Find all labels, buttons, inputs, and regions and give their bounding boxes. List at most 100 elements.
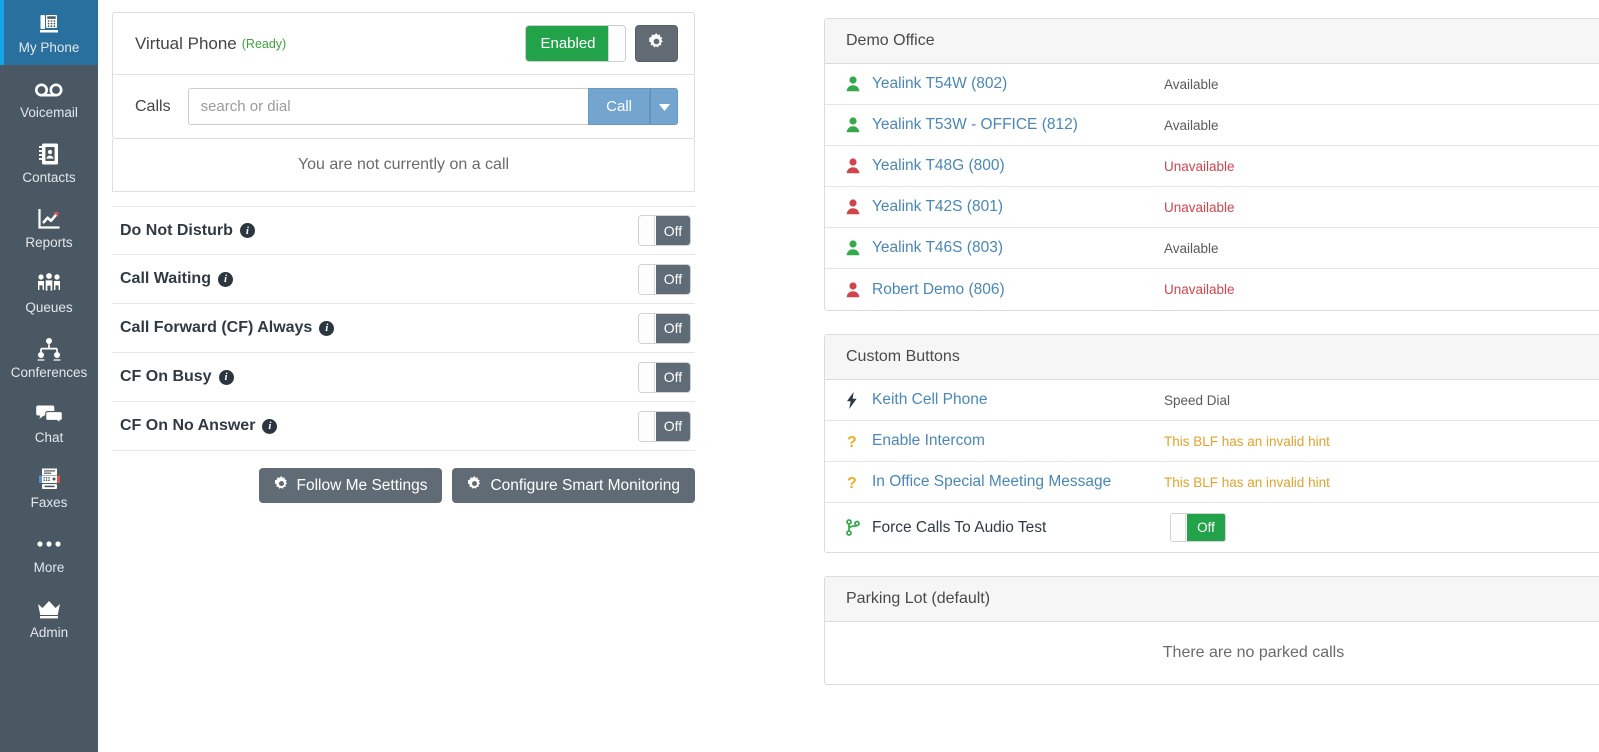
sidebar-item-conferences[interactable]: Conferences	[0, 325, 98, 390]
crown-icon	[36, 596, 62, 622]
gear-icon	[274, 475, 289, 496]
sidebar-label-conferences: Conferences	[10, 364, 88, 380]
cf-on-no-answer-toggle[interactable]: Off	[638, 410, 691, 442]
sidebar-item-contacts[interactable]: Contacts	[0, 130, 98, 195]
configure-smart-monitoring-button[interactable]: Configure Smart Monitoring	[452, 468, 695, 503]
contact-name[interactable]: Yealink T54W (802)	[872, 75, 1164, 93]
comments-icon	[35, 401, 63, 427]
info-icon[interactable]: i	[218, 369, 234, 385]
feature-row-call-waiting: Call Waiting i Off	[112, 255, 695, 304]
custom-button-row[interactable]: Force Calls To Audio Test Off	[825, 503, 1599, 552]
virtual-phone-enabled-toggle[interactable]: Enabled	[525, 25, 626, 62]
custom-button-row[interactable]: Keith Cell Phone Speed Dial	[825, 380, 1599, 421]
sidebar-item-queues[interactable]: Queues	[0, 260, 98, 325]
call-button[interactable]: Call	[588, 88, 650, 125]
contact-row[interactable]: Yealink T54W (802) Available	[825, 64, 1599, 105]
custom-button-row[interactable]: ? In Office Special Meeting Message This…	[825, 462, 1599, 503]
sidebar-item-faxes[interactable]: Faxes	[0, 455, 98, 520]
demo-office-panel: Demo Office Yealink T54W (802) Available…	[824, 18, 1599, 311]
contact-status: Available	[1164, 117, 1219, 133]
virtual-phone-title: Virtual Phone	[135, 33, 237, 53]
custom-buttons-title: Custom Buttons	[825, 335, 1599, 380]
info-icon[interactable]: i	[262, 418, 278, 434]
call-waiting-toggle[interactable]: Off	[638, 263, 691, 295]
info-icon[interactable]: i	[319, 320, 335, 336]
follow-me-settings-label: Follow Me Settings	[296, 476, 428, 494]
toggle-state-label: Off	[656, 264, 690, 294]
cf-on-busy-toggle[interactable]: Off	[638, 361, 691, 393]
custom-button-name[interactable]: In Office Special Meeting Message	[872, 473, 1164, 491]
sidebar-label-my-phone: My Phone	[18, 39, 80, 55]
feature-label: Call Waiting	[120, 270, 211, 287]
contact-row[interactable]: Yealink T42S (801) Unavailable	[825, 187, 1599, 228]
contact-row[interactable]: Robert Demo (806) Unavailable	[825, 269, 1599, 310]
calls-dial-row: Calls Call	[113, 75, 694, 138]
contact-status: Unavailable	[1164, 199, 1235, 215]
follow-me-settings-button[interactable]: Follow Me Settings	[258, 468, 443, 503]
question-mark-icon: ?	[846, 433, 872, 450]
contact-status: Available	[1164, 240, 1219, 256]
sidebar-item-more[interactable]: More	[0, 520, 98, 585]
custom-button-name[interactable]: Keith Cell Phone	[872, 391, 1164, 409]
content-area: Virtual Phone (Ready) Enabled Calls sear…	[98, 0, 1599, 752]
voicemail-icon	[34, 76, 64, 102]
sidebar-label-voicemail: Voicemail	[20, 104, 78, 120]
dial-group: Call	[187, 88, 678, 125]
call-forward-always-toggle[interactable]: Off	[638, 312, 691, 344]
users-group-icon	[35, 271, 63, 297]
contact-name[interactable]: Yealink T53W - OFFICE (812)	[872, 116, 1164, 134]
feature-label: CF On No Answer	[120, 417, 256, 434]
contact-row[interactable]: Yealink T46S (803) Available	[825, 228, 1599, 269]
contact-name[interactable]: Robert Demo (806)	[872, 281, 1164, 299]
sidebar-item-admin[interactable]: Admin	[0, 585, 98, 650]
feature-toggle-list: Do Not Disturb i Off Call Waiting i Off	[112, 206, 695, 451]
info-icon[interactable]: i	[239, 223, 255, 238]
virtual-phone-settings-button[interactable]	[635, 25, 678, 62]
contact-status: Unavailable	[1164, 282, 1235, 297]
demo-office-title: Demo Office	[825, 19, 1599, 64]
contact-status: Unavailable	[1164, 158, 1235, 174]
fax-machine-icon	[37, 466, 62, 492]
code-branch-icon	[846, 519, 872, 536]
force-calls-to-audio-test-toggle[interactable]: Off	[1170, 513, 1226, 542]
bolt-icon	[846, 391, 872, 409]
feature-row-do-not-disturb: Do Not Disturb i Off	[112, 206, 695, 255]
custom-button-name[interactable]: Enable Intercom	[872, 432, 1164, 450]
contact-name[interactable]: Yealink T46S (803)	[872, 239, 1164, 257]
custom-button-status: This BLF has an invalid hint	[1164, 474, 1330, 490]
toggle-state-label: Off	[656, 216, 690, 245]
sidebar-item-reports[interactable]: Reports	[0, 195, 98, 260]
right-panels-column: Demo Office Yealink T54W (802) Available…	[824, 18, 1599, 708]
sidebar-label-contacts: Contacts	[22, 169, 76, 185]
do-not-disturb-toggle[interactable]: Off	[638, 215, 691, 246]
custom-button-name: Force Calls To Audio Test	[872, 518, 1047, 536]
call-dropdown-button[interactable]	[650, 88, 678, 125]
virtual-phone-header: Virtual Phone (Ready) Enabled	[113, 13, 694, 75]
sidebar-item-chat[interactable]: Chat	[0, 390, 98, 455]
info-icon[interactable]: i	[217, 271, 233, 287]
svg-text:?: ?	[847, 475, 857, 491]
presence-available-icon	[846, 117, 872, 133]
contact-row[interactable]: Yealink T53W - OFFICE (812) Available	[825, 105, 1599, 146]
sidebar-item-my-phone[interactable]: My Phone	[0, 0, 98, 65]
sidebar-item-voicemail[interactable]: Voicemail	[0, 65, 98, 130]
contact-name[interactable]: Yealink T42S (801)	[872, 198, 1164, 216]
sitemap-icon	[36, 336, 62, 362]
svg-text:?: ?	[847, 434, 857, 450]
sidebar-label-more: More	[33, 559, 65, 575]
search-or-dial-input[interactable]	[187, 88, 589, 125]
feature-row-cf-on-no-answer: CF On No Answer i Off	[112, 402, 695, 451]
presence-unavailable-icon	[846, 158, 872, 174]
contact-status: Available	[1164, 76, 1219, 92]
toggle-state-label: Off	[656, 313, 690, 343]
caret-down-icon	[658, 98, 670, 116]
contact-name[interactable]: Yealink T48G (800)	[872, 157, 1164, 175]
desk-phone-icon	[37, 11, 61, 37]
configure-smart-monitoring-label: Configure Smart Monitoring	[490, 476, 680, 494]
custom-button-row[interactable]: ? Enable Intercom This BLF has an invali…	[825, 421, 1599, 462]
parking-lot-empty-message: There are no parked calls	[1162, 644, 1345, 661]
presence-available-icon	[846, 240, 872, 256]
contact-row[interactable]: Yealink T48G (800) Unavailable	[825, 146, 1599, 187]
toggle-state-label: Off	[656, 362, 690, 392]
sidebar-label-chat: Chat	[34, 429, 64, 445]
